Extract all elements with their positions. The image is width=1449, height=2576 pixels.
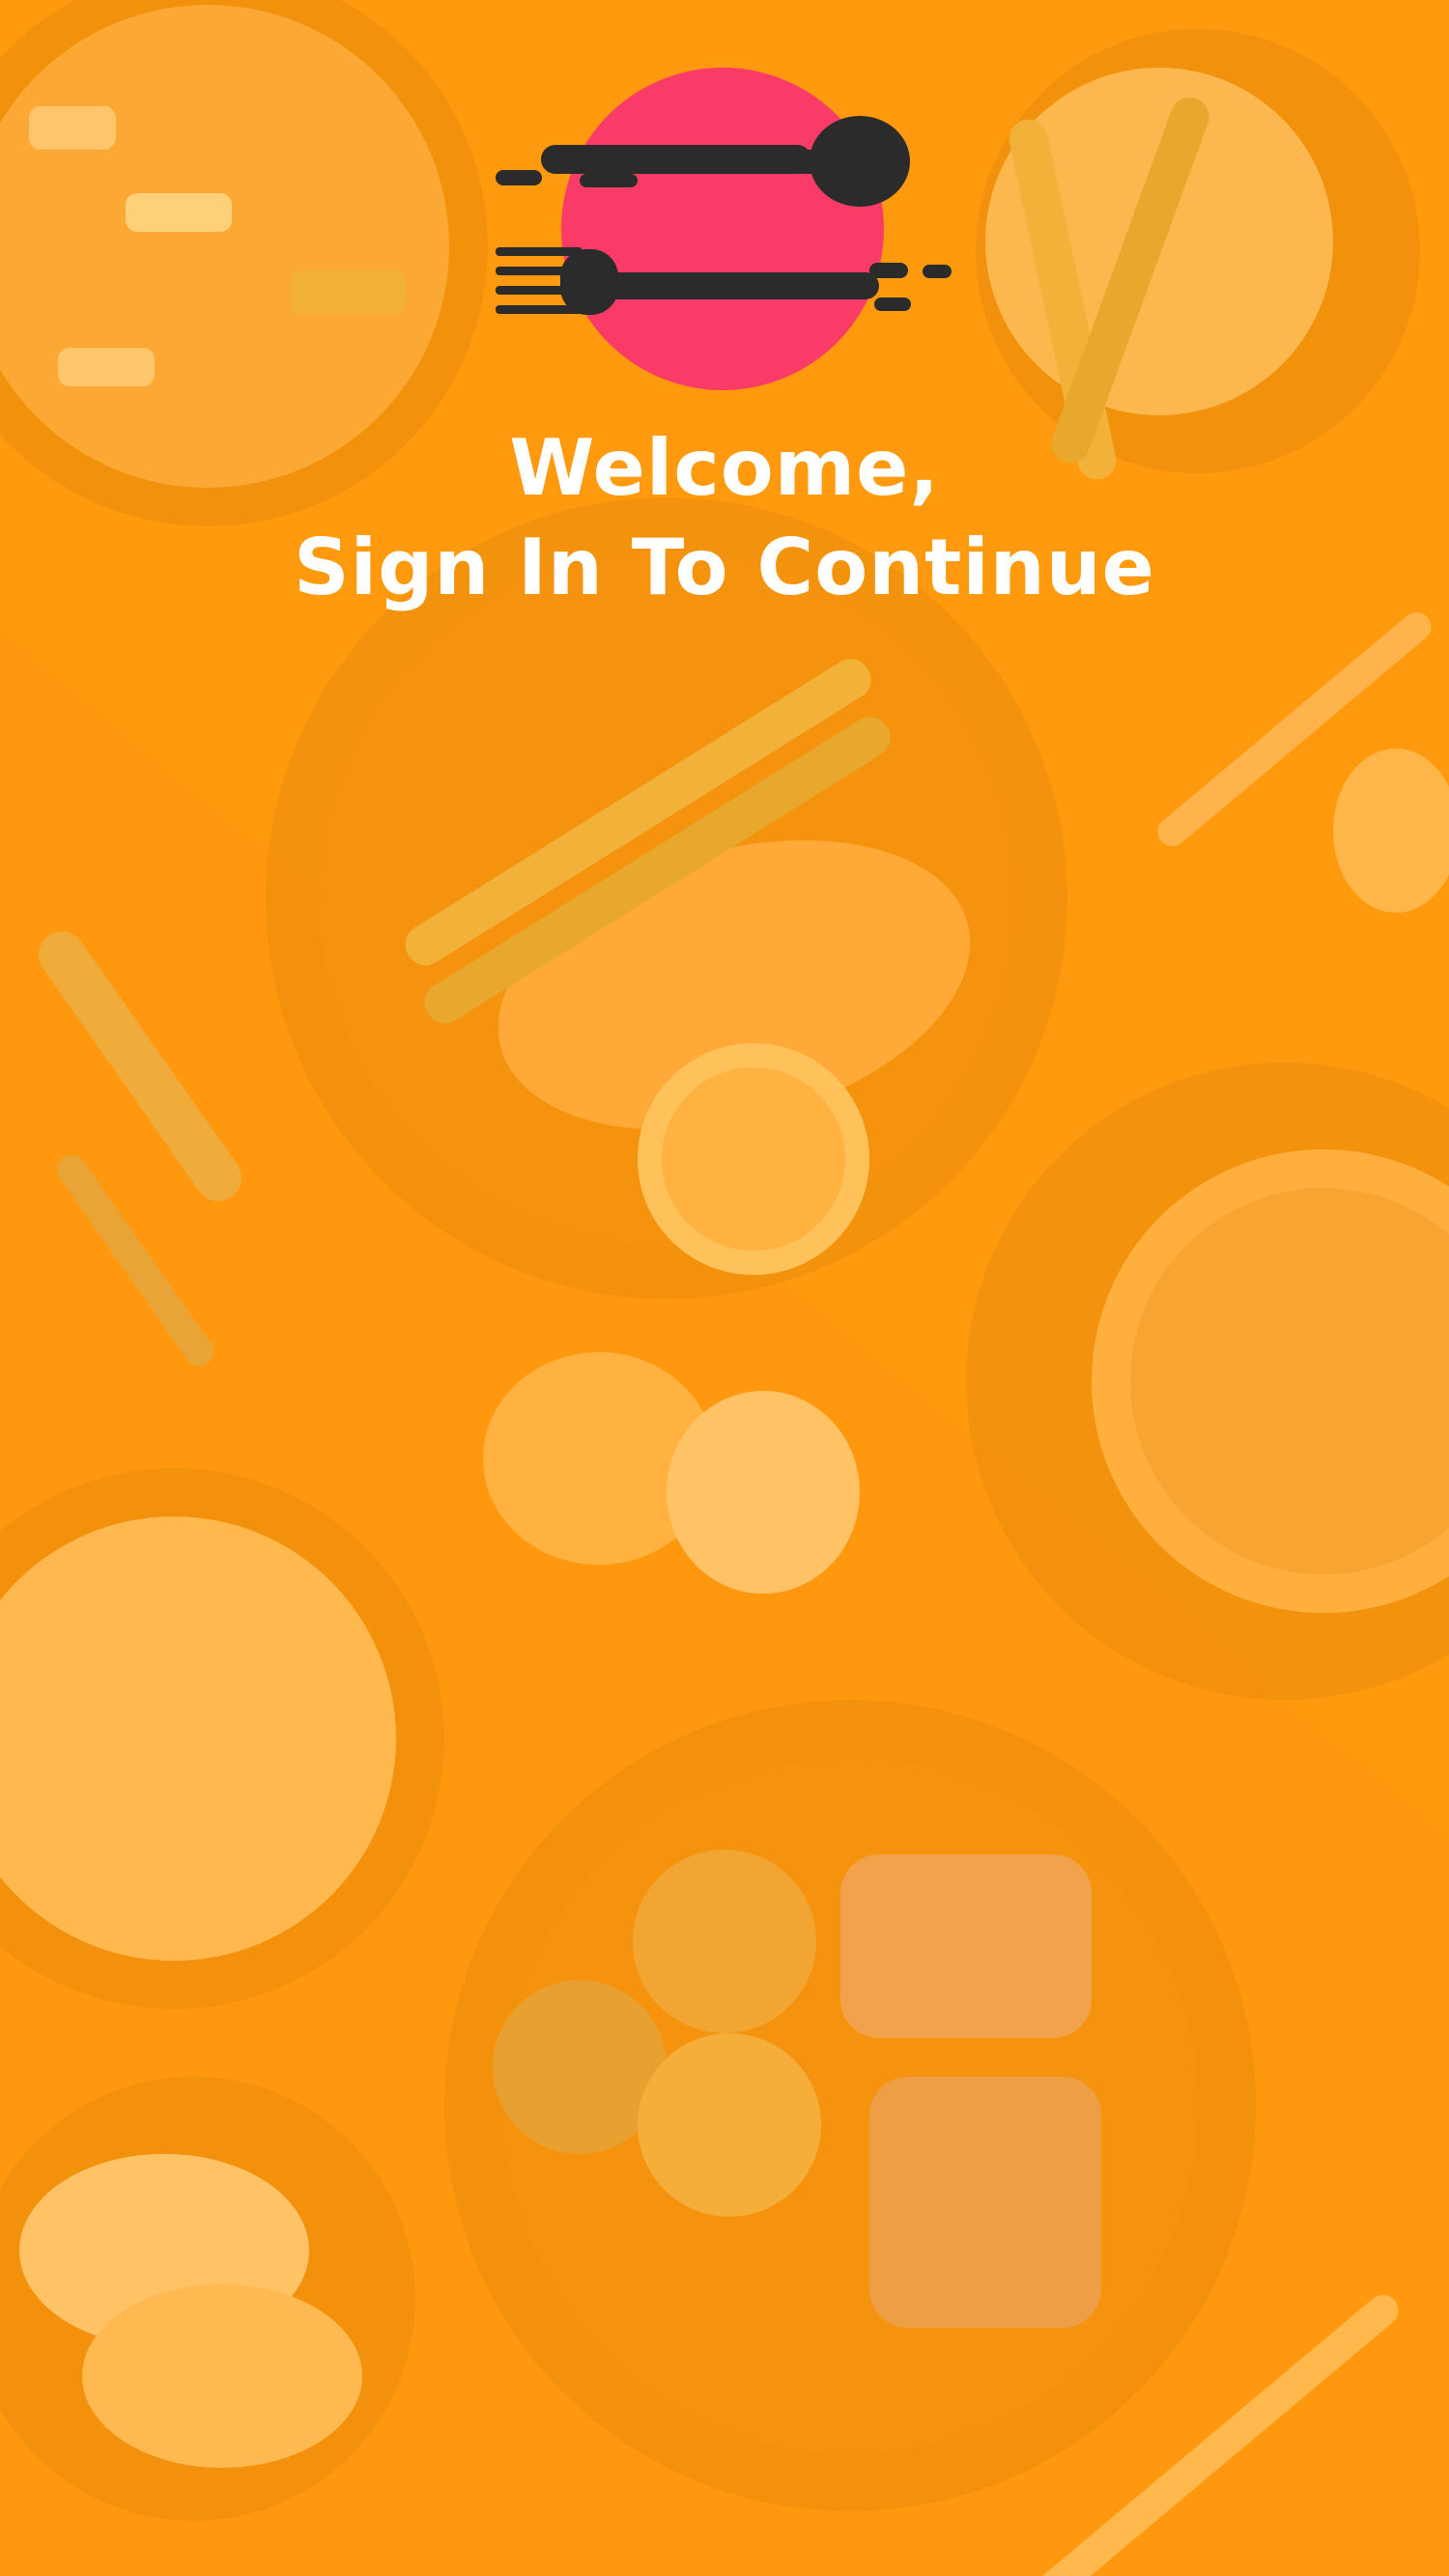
welcome-title: Welcome, <box>509 423 940 513</box>
lemon-icon <box>638 1043 869 1275</box>
logo-circle <box>561 68 884 390</box>
plate-icon <box>444 1700 1256 2511</box>
sign-in-subtitle: Sign In To Continue <box>294 523 1155 612</box>
app-logo <box>496 68 952 390</box>
